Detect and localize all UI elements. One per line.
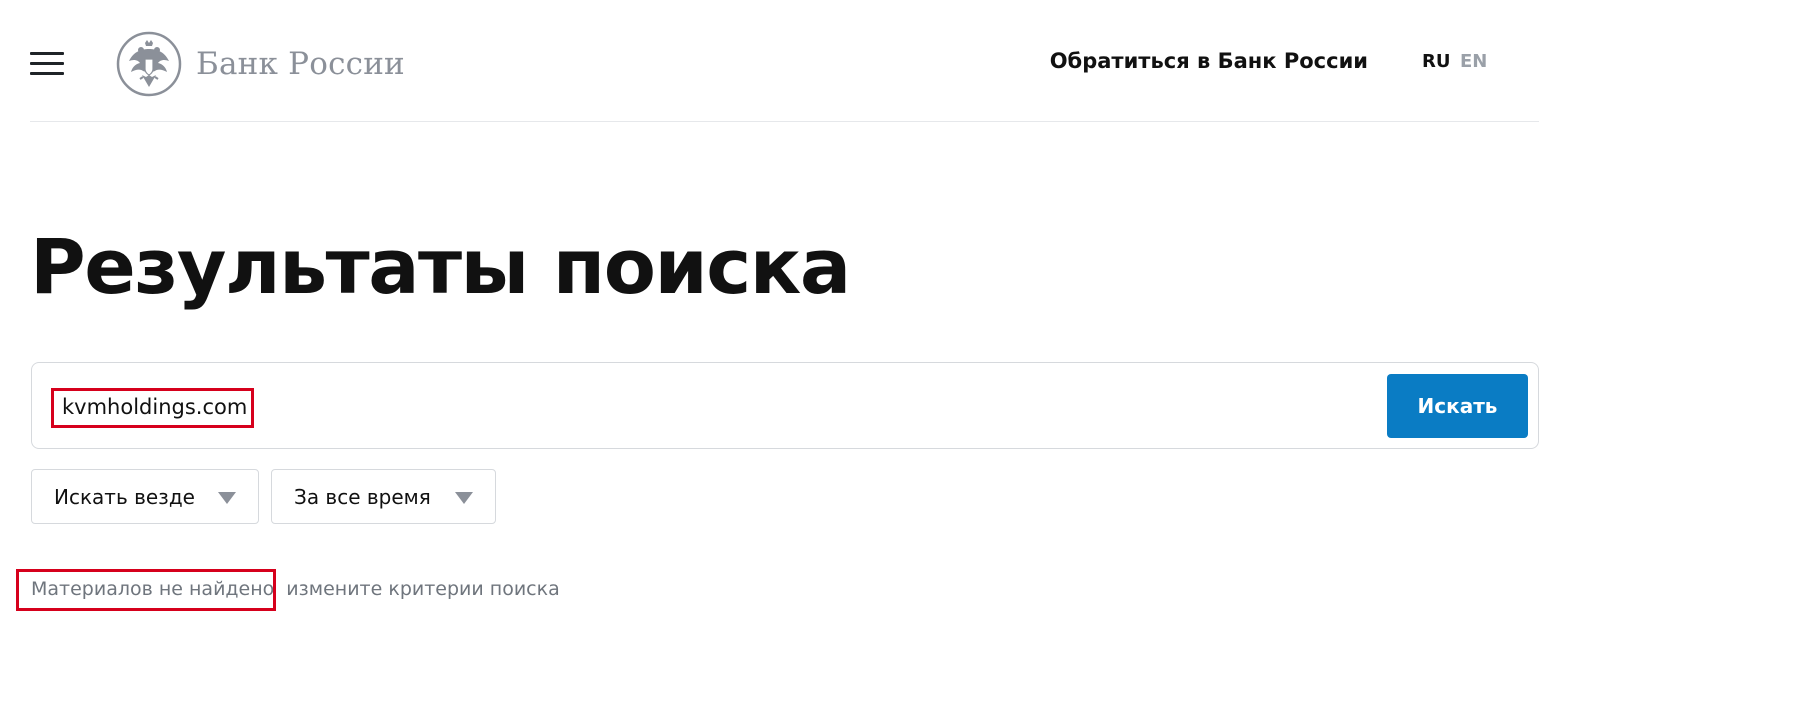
page-title: Результаты поиска	[30, 222, 851, 311]
triangle-down-icon	[455, 492, 473, 504]
bank-logo[interactable]: Банк России	[116, 30, 405, 98]
header-divider	[30, 121, 1539, 122]
hamburger-line	[30, 62, 64, 65]
triangle-down-icon	[218, 492, 236, 504]
period-filter-label: За все время	[294, 484, 431, 509]
hamburger-line	[30, 72, 64, 75]
hamburger-menu-icon[interactable]	[30, 52, 64, 76]
search-button[interactable]: Искать	[1387, 374, 1528, 438]
search-results-page: Банк России Обратиться в Банк России RU …	[0, 0, 1817, 715]
double-headed-eagle-emblem-icon	[116, 31, 182, 97]
hamburger-line	[30, 52, 64, 55]
no-results-status: Материалов не найдено	[31, 578, 275, 600]
no-results-hint: измените критерии поиска	[286, 578, 560, 600]
contact-bank-link[interactable]: Обратиться в Банк России	[1050, 49, 1368, 73]
search-box	[31, 362, 1539, 449]
logo-text: Банк России	[196, 46, 405, 82]
lang-ru-link[interactable]: RU	[1422, 51, 1450, 72]
lang-en-link[interactable]: EN	[1460, 51, 1487, 72]
result-message: Материалов не найдено измените критерии п…	[31, 578, 560, 600]
scope-filter-label: Искать везде	[54, 484, 195, 509]
search-input[interactable]	[62, 389, 1362, 425]
scope-filter-dropdown[interactable]: Искать везде	[31, 469, 259, 524]
period-filter-dropdown[interactable]: За все время	[271, 469, 496, 524]
